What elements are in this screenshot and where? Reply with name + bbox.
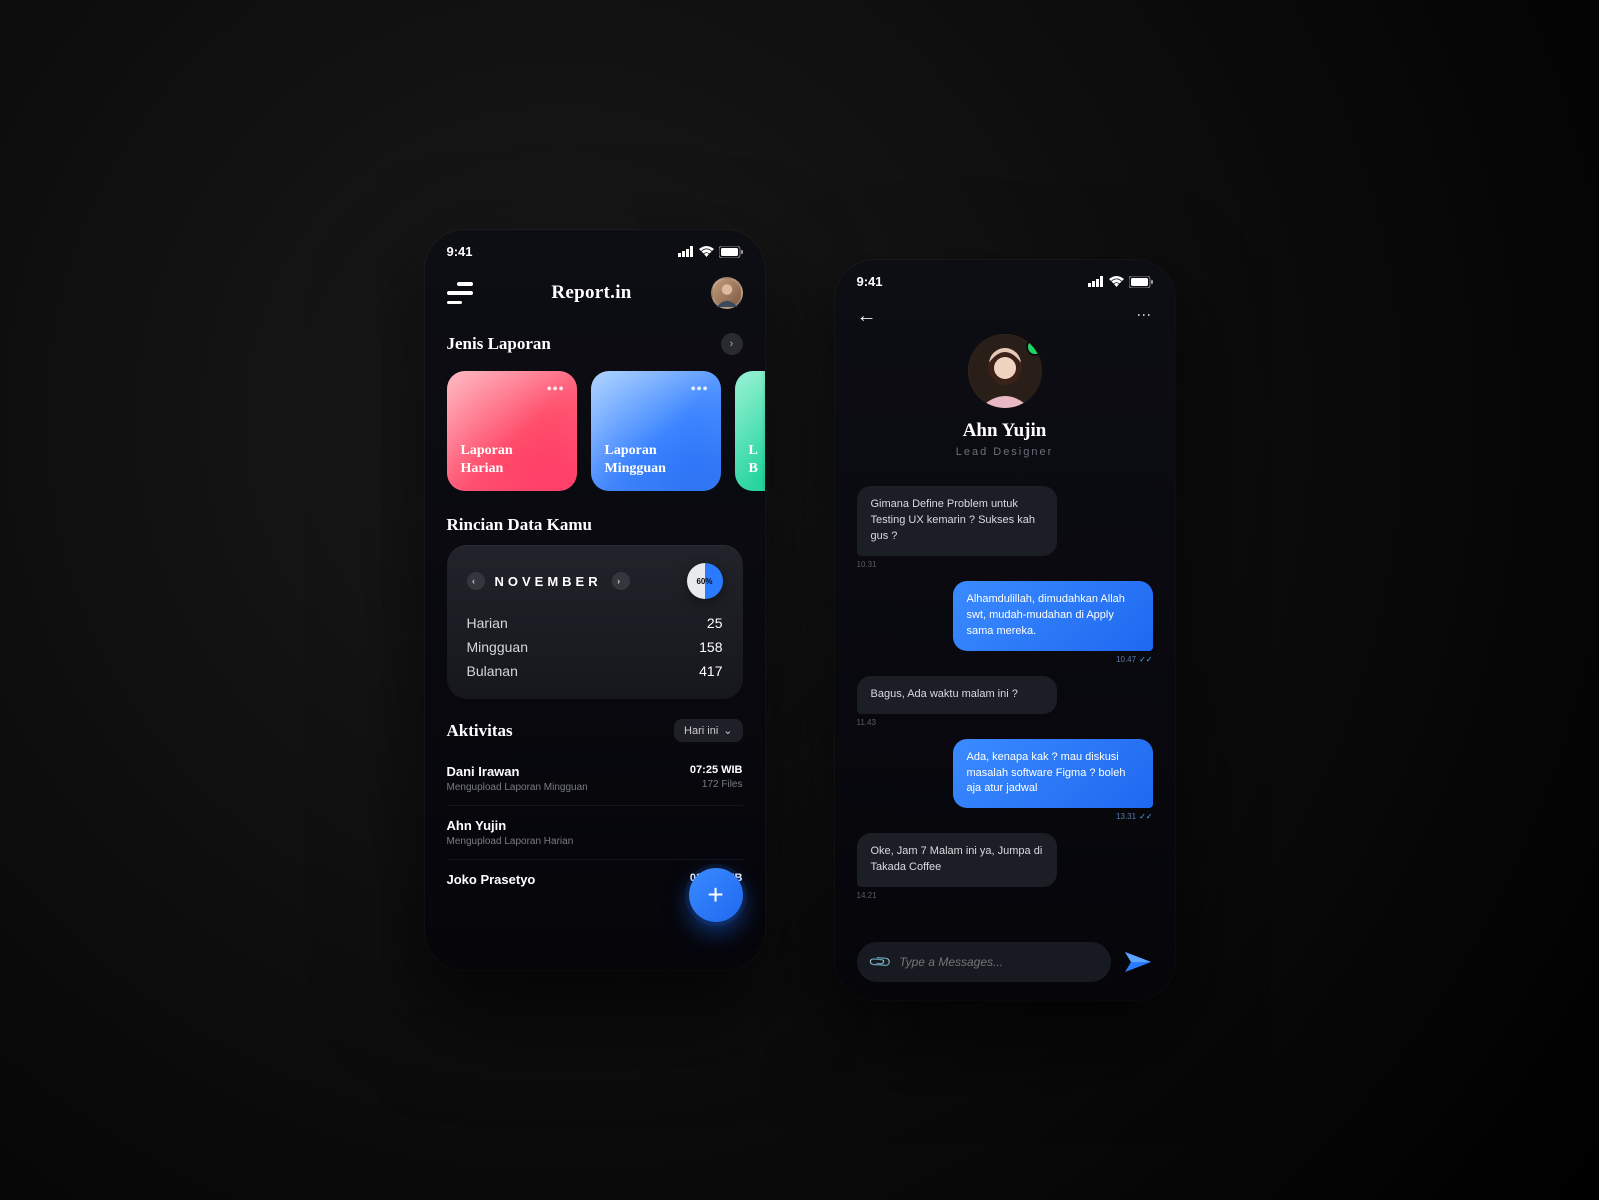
pie-pct: 60% <box>696 577 712 586</box>
wifi-icon <box>699 246 714 257</box>
msg-time: 11.43 <box>857 718 876 727</box>
activity-time: 07:25 WIB <box>690 764 743 776</box>
activity-item[interactable]: Dani Irawan Mengupload Laporan Mingguan 0… <box>447 752 743 805</box>
chat-profile: Ahn Yujin Lead Designer <box>835 328 1175 478</box>
chat-messages[interactable]: Gimana Define Problem untuk Testing UX k… <box>835 478 1175 900</box>
status-time: 9:41 <box>447 244 473 259</box>
send-button[interactable] <box>1123 950 1153 974</box>
aktivitas-header: Aktivitas Hari ini ⌄ <box>425 699 765 752</box>
bubble-text: Oke, Jam 7 Malam ini ya, Jumpa di Takada… <box>857 833 1057 887</box>
section-title-jenis: Jenis Laporan <box>447 334 551 354</box>
more-icon[interactable]: ••• <box>547 381 565 399</box>
app-title: Report.in <box>551 282 631 304</box>
attachment-icon[interactable]: 📎 <box>867 949 893 975</box>
card-label: Laporan <box>605 443 657 458</box>
message-out[interactable]: Alhamdulillah, dimudahkan Allah swt, mud… <box>857 581 1153 664</box>
bubble-text: Bagus, Ada waktu malam ini ? <box>857 676 1057 714</box>
detail-card: ‹ NOVEMBER › 60% Harian25 Mingguan158 Bu… <box>447 545 743 699</box>
activity-item[interactable]: Ahn Yujin Mengupload Laporan Harian <box>447 805 743 859</box>
avatar[interactable] <box>711 277 743 309</box>
signal-icon <box>678 246 694 257</box>
chevron-down-icon: ⌄ <box>723 724 732 737</box>
card-mingguan[interactable]: ••• Laporan Mingguan <box>591 371 721 491</box>
signal-icon <box>1088 276 1104 287</box>
activity-name: Dani Irawan <box>447 764 588 779</box>
filter-dropdown[interactable]: Hari ini ⌄ <box>674 719 742 742</box>
chat-header: ← ⋮ <box>835 295 1175 328</box>
message-input-wrap[interactable]: 📎 <box>857 942 1111 982</box>
message-in[interactable]: Gimana Define Problem untuk Testing UX k… <box>857 486 1153 569</box>
input-row: 📎 <box>857 942 1153 982</box>
battery-icon <box>719 246 743 258</box>
chevron-right-icon[interactable]: › <box>721 333 743 355</box>
battery-icon <box>1129 276 1153 288</box>
more-icon[interactable]: ••• <box>691 381 709 399</box>
statusbar: 9:41 <box>425 230 765 265</box>
profile-name: Ahn Yujin <box>963 420 1047 442</box>
card-label: L <box>749 443 758 458</box>
profile-role: Lead Designer <box>956 446 1054 458</box>
activity-files: 172 Files <box>690 779 743 790</box>
progress-pie: 60% <box>687 563 723 599</box>
add-button[interactable]: + <box>689 868 743 922</box>
phone-report: 9:41 Report.in Jenis Laporan › ••• Lapor… <box>425 230 765 970</box>
section-title-aktivitas: Aktivitas <box>447 721 513 741</box>
message-in[interactable]: Oke, Jam 7 Malam ini ya, Jumpa di Takada… <box>857 833 1153 900</box>
section-title-rincian: Rincian Data Kamu <box>447 515 592 535</box>
detail-rows: Harian25 Mingguan158 Bulanan417 <box>467 615 723 679</box>
card-label: Laporan <box>461 443 513 458</box>
detail-row: Mingguan158 <box>467 639 723 655</box>
activity-sub: Mengupload Laporan Mingguan <box>447 782 588 793</box>
read-icon: ✓✓ <box>1139 812 1152 821</box>
status-time: 9:41 <box>857 274 883 289</box>
report-cards[interactable]: ••• Laporan Harian ••• Laporan Mingguan ••… <box>425 355 765 509</box>
status-icons <box>1088 276 1153 288</box>
bubble-text: Ada, kenapa kak ? mau diskusi masalah so… <box>953 739 1153 809</box>
msg-time: 10.31 <box>857 560 877 569</box>
detail-row: Harian25 <box>467 615 723 631</box>
detail-row: Bulanan417 <box>467 663 723 679</box>
back-icon[interactable]: ← <box>857 305 877 328</box>
msg-time: 13.31 <box>1116 812 1136 821</box>
message-input[interactable] <box>899 955 1096 969</box>
menu-icon[interactable] <box>447 282 473 304</box>
msg-time: 14.21 <box>857 891 877 900</box>
status-icons <box>678 246 743 258</box>
card-label: Mingguan <box>605 461 666 476</box>
activity-name: Ahn Yujin <box>447 818 574 833</box>
month-nav: ‹ NOVEMBER › <box>467 572 630 590</box>
jenis-header: Jenis Laporan › <box>425 333 765 355</box>
message-in[interactable]: Bagus, Ada waktu malam ini ? 11.43 <box>857 676 1153 727</box>
phone-chat: 9:41 ← ⋮ Ahn Yujin Lead Designer Gimana … <box>835 260 1175 1000</box>
more-icon[interactable]: ⋮ <box>1137 308 1153 325</box>
card-label: Harian <box>461 461 504 476</box>
statusbar: 9:41 <box>835 260 1175 295</box>
next-month-button[interactable]: › <box>612 572 630 590</box>
card-harian[interactable]: ••• Laporan Harian <box>447 371 577 491</box>
card-label: B <box>749 461 758 476</box>
activity-name: Joko Prasetyo <box>447 872 536 887</box>
prev-month-button[interactable]: ‹ <box>467 572 485 590</box>
rincian-header: Rincian Data Kamu <box>425 515 765 535</box>
bubble-text: Alhamdulillah, dimudahkan Allah swt, mud… <box>953 581 1153 651</box>
wifi-icon <box>1109 276 1124 287</box>
month-row: ‹ NOVEMBER › 60% <box>467 563 723 599</box>
activity-sub: Mengupload Laporan Harian <box>447 836 574 847</box>
message-out[interactable]: Ada, kenapa kak ? mau diskusi masalah so… <box>857 739 1153 822</box>
read-icon: ✓✓ <box>1139 655 1152 664</box>
msg-time: 10.47 <box>1116 655 1136 664</box>
card-bulanan[interactable]: ••• LB <box>735 371 765 491</box>
filter-label: Hari ini <box>684 725 718 737</box>
bubble-text: Gimana Define Problem untuk Testing UX k… <box>857 486 1057 556</box>
avatar[interactable] <box>968 334 1042 408</box>
app-header: Report.in <box>425 265 765 327</box>
month-label: NOVEMBER <box>495 574 602 589</box>
